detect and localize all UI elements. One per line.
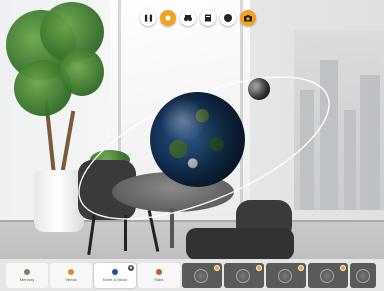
ar-camera-view [0, 0, 384, 291]
moon-sphere[interactable] [248, 78, 270, 100]
planet-thumbnail-icon [194, 268, 208, 283]
binoculars-button[interactable] [180, 10, 196, 26]
camera-icon [244, 15, 252, 22]
body-label: Mercury [19, 276, 35, 282]
compass-icon [224, 14, 232, 22]
pause-button[interactable]: ❚❚ [140, 10, 156, 26]
compass-button[interactable] [220, 10, 236, 26]
binoculars-icon [184, 15, 192, 21]
capture-thumbnail[interactable] [182, 262, 222, 288]
capture-thumbnail[interactable] [350, 262, 376, 288]
body-chip-earth-moon[interactable]: ● Earth & Moon [93, 261, 137, 289]
camera-button[interactable] [240, 10, 256, 26]
ar-toolbar: ❚❚ [140, 10, 256, 26]
marker-icon [256, 264, 262, 271]
body-label: Mars [154, 276, 164, 282]
pause-icon: ❚❚ [143, 14, 154, 22]
earth-globe[interactable] [150, 92, 245, 187]
planet-thumbnail-icon [356, 268, 370, 283]
info-badge-icon: ● [128, 264, 134, 271]
mars-icon [156, 268, 162, 275]
planet-thumbnail-icon [320, 268, 334, 283]
planet-tray: Mercury Venus ● Earth & Moon Mars [0, 259, 384, 291]
marker-icon [214, 264, 220, 271]
earth-icon [112, 268, 118, 275]
capture-thumbnail[interactable] [266, 262, 306, 288]
body-label: Earth & Moon [102, 276, 128, 282]
capture-thumbnail[interactable] [308, 262, 348, 288]
venus-icon [68, 268, 74, 275]
sun-icon [165, 15, 171, 21]
sun-button[interactable] [160, 10, 176, 26]
body-chip-mars[interactable]: Mars [138, 262, 180, 288]
capture-thumbnail[interactable] [224, 262, 264, 288]
body-chip-venus[interactable]: Venus [50, 262, 92, 288]
mercury-icon [24, 268, 30, 275]
planet-thumbnail-icon [236, 268, 250, 283]
book-button[interactable] [200, 10, 216, 26]
planet-thumbnail-icon [278, 268, 292, 283]
book-icon [205, 14, 211, 22]
marker-icon [298, 264, 304, 271]
body-chip-mercury[interactable]: Mercury [6, 262, 48, 288]
body-label: Venus [65, 276, 77, 282]
marker-icon [340, 264, 346, 271]
